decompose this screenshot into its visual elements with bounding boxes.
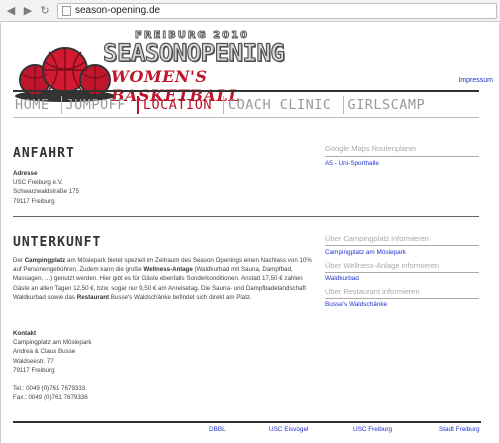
address-label: Adresse bbox=[13, 170, 38, 177]
wellness-heading: Über Wellness-Anlage informieren bbox=[325, 261, 440, 270]
fax-number: Fax.: 0049 (0)761 7679336 bbox=[13, 394, 88, 402]
camping-link[interactable]: Campingplatz am Möslepark bbox=[325, 249, 406, 256]
address-bar[interactable]: season-opening.de bbox=[57, 2, 497, 19]
maps-heading: Google Maps Routenplaner bbox=[325, 144, 417, 153]
section-divider bbox=[13, 216, 479, 217]
footer-link-stadt-freiburg[interactable]: Stadt Freiburg bbox=[439, 426, 480, 433]
camping-heading: Über Campingplatz informieren bbox=[325, 234, 429, 243]
phone-number: Tel.: 0049 (0)761 7679333 bbox=[13, 385, 86, 393]
address-line: 79117 Freiburg bbox=[13, 197, 55, 205]
kontakt-line: Waldseestr. 77 bbox=[13, 357, 54, 365]
footer-link-usc-eisvoegel[interactable]: USC Eisvögel bbox=[269, 426, 308, 433]
nav-location[interactable]: LOCATION bbox=[136, 95, 212, 114]
wellness-link[interactable]: Waldkurbad bbox=[325, 275, 359, 282]
text-bold: Restaurant bbox=[76, 293, 110, 301]
anfahrt-address: Adresse USC Freiburg e.V. Schwarzwaldstr… bbox=[13, 169, 79, 206]
footer-divider bbox=[13, 421, 481, 423]
footer-link-dbbl[interactable]: DBBL bbox=[209, 426, 226, 433]
footer-link-usc-freiburg[interactable]: USC Freiburg bbox=[353, 426, 392, 433]
kontakt-line: 79117 Freiburg bbox=[13, 366, 55, 374]
impressum-link[interactable]: Impressum bbox=[458, 77, 493, 84]
anfahrt-title: ANFAHRT bbox=[13, 146, 75, 161]
nav-home[interactable]: HOME bbox=[13, 96, 50, 114]
page-icon bbox=[62, 5, 71, 16]
back-arrow-icon[interactable]: ◀ bbox=[4, 4, 18, 18]
restaurant-heading: Über Restaurant informieren bbox=[325, 287, 420, 296]
text-bold: Wellness-Anlage bbox=[143, 266, 193, 274]
page: FREIBURG 2010 SEASONOPENING WOMEN'S BASK… bbox=[0, 23, 500, 443]
divider bbox=[325, 272, 479, 273]
divider bbox=[325, 245, 479, 246]
address-line: Schwarzwaldstraße 175 bbox=[13, 188, 80, 196]
maps-link[interactable]: A5 - Uni-Sporthalle bbox=[325, 160, 379, 167]
kontakt-line: Andrea & Claus Busse bbox=[13, 348, 76, 356]
address-line: USC Freiburg e.V. bbox=[13, 179, 63, 187]
text-run: Der bbox=[13, 257, 25, 264]
reload-icon[interactable]: ↻ bbox=[38, 4, 52, 18]
unterkunft-title: UNTERKUNFT bbox=[13, 235, 102, 250]
text-run: Busse's Waldschänke befindet sich direkt… bbox=[109, 293, 252, 301]
logo-title: SEASONOPENING bbox=[102, 38, 285, 67]
divider bbox=[325, 156, 479, 157]
nav-coach-clinic[interactable]: COACH CLINIC bbox=[222, 95, 332, 114]
kontakt-block: Kontakt Campingplatz am Möslepark Andrea… bbox=[13, 329, 91, 403]
kontakt-label: Kontakt bbox=[13, 330, 37, 337]
url-text: season-opening.de bbox=[75, 5, 161, 16]
nav-girlscamp[interactable]: GIRLSCAMP bbox=[342, 95, 426, 114]
main-nav: HOME JUMPOFF LOCATION COACH CLINIC GIRLS… bbox=[13, 90, 479, 118]
divider bbox=[325, 298, 479, 299]
restaurant-link[interactable]: Busse's Waldschänke bbox=[325, 301, 387, 308]
browser-toolbar: ◀ ▶ ↻ season-opening.de bbox=[0, 0, 500, 22]
forward-arrow-icon[interactable]: ▶ bbox=[21, 4, 35, 18]
unterkunft-description: Der Campingplatz am Möslepark bietet spe… bbox=[13, 256, 313, 302]
nav-jumpoff[interactable]: JUMPOFF bbox=[60, 95, 126, 114]
text-bold: Campingplatz bbox=[24, 257, 66, 264]
kontakt-line: Campingplatz am Möslepark bbox=[13, 339, 92, 347]
